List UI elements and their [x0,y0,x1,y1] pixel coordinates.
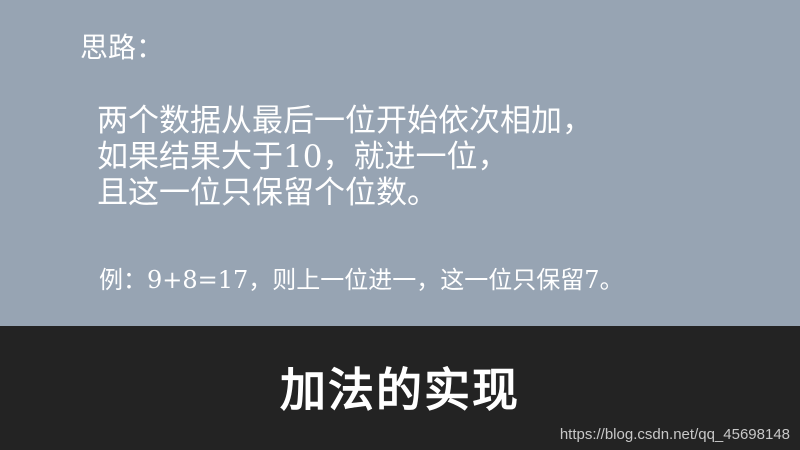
watermark-url: https://blog.csdn.net/qq_45698148 [559,426,790,443]
explanation-line: 如果结果大于10，就进一位， [97,139,509,175]
slide-title: 加法的实现 [280,363,520,417]
explanation-paragraph: 两个数据从最后一位开始依次相加， 如果结果大于10，就进一位， 且这一位只保留个… [97,103,593,211]
explanation-line: 且这一位只保留个位数。 [97,175,438,211]
example-text: 例：9+8=17，则上一位进一，这一位只保留7。 [99,266,624,294]
explanation-line: 两个数据从最后一位开始依次相加， [97,103,593,139]
slide-heading: 思路： [80,31,165,64]
slide-content: 思路： 两个数据从最后一位开始依次相加， 如果结果大于10，就进一位， 且这一位… [0,0,800,326]
title-bar: 加法的实现 https://blog.csdn.net/qq_45698148 [0,326,800,450]
